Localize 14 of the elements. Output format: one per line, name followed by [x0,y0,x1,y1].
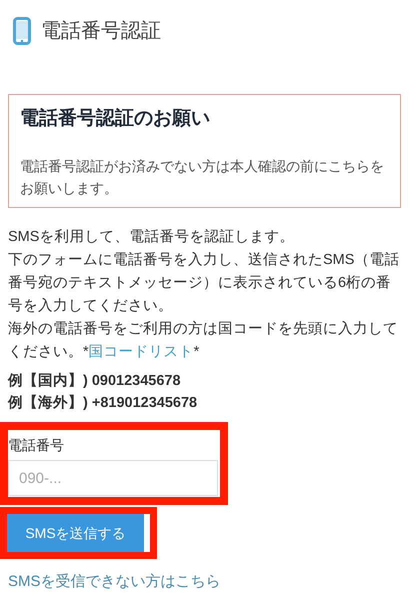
notice-text: 電話番号認証がお済みでない方は本人確認の前にこちらをお願いします。 [20,157,385,198]
smartphone-icon [13,17,31,45]
example-text: 例【国内】) 09012345678 [8,372,182,391]
notice-title: 電話番号認証のお願い [20,106,211,131]
country-code-link[interactable]: 国コードリスト [88,344,194,360]
page-title: 電話番号認証 [41,19,161,44]
country-code-note: 海外の電話番号をご利用の方は国コードを先頭に入力してください。*国コードリスト* [8,320,399,362]
example-text: 例【海外】) +819012345678 [8,394,198,413]
instruction-text: 下のフォームに電話番号を入力し、送信されたSMS（電話番号宛のテキストメッセージ）に表示されている6桁の番号を入力してください。 [8,251,400,316]
field-label: 電話番号 [8,436,65,455]
phone-input-field[interactable]: 090-... [8,460,218,496]
send-sms-button[interactable]: SMSを送信する [7,514,144,552]
instruction-text: SMSを利用して、電話番号を認証します。 [8,228,296,247]
help-link[interactable]: SMSを受信できない方はこちら [0,571,409,594]
